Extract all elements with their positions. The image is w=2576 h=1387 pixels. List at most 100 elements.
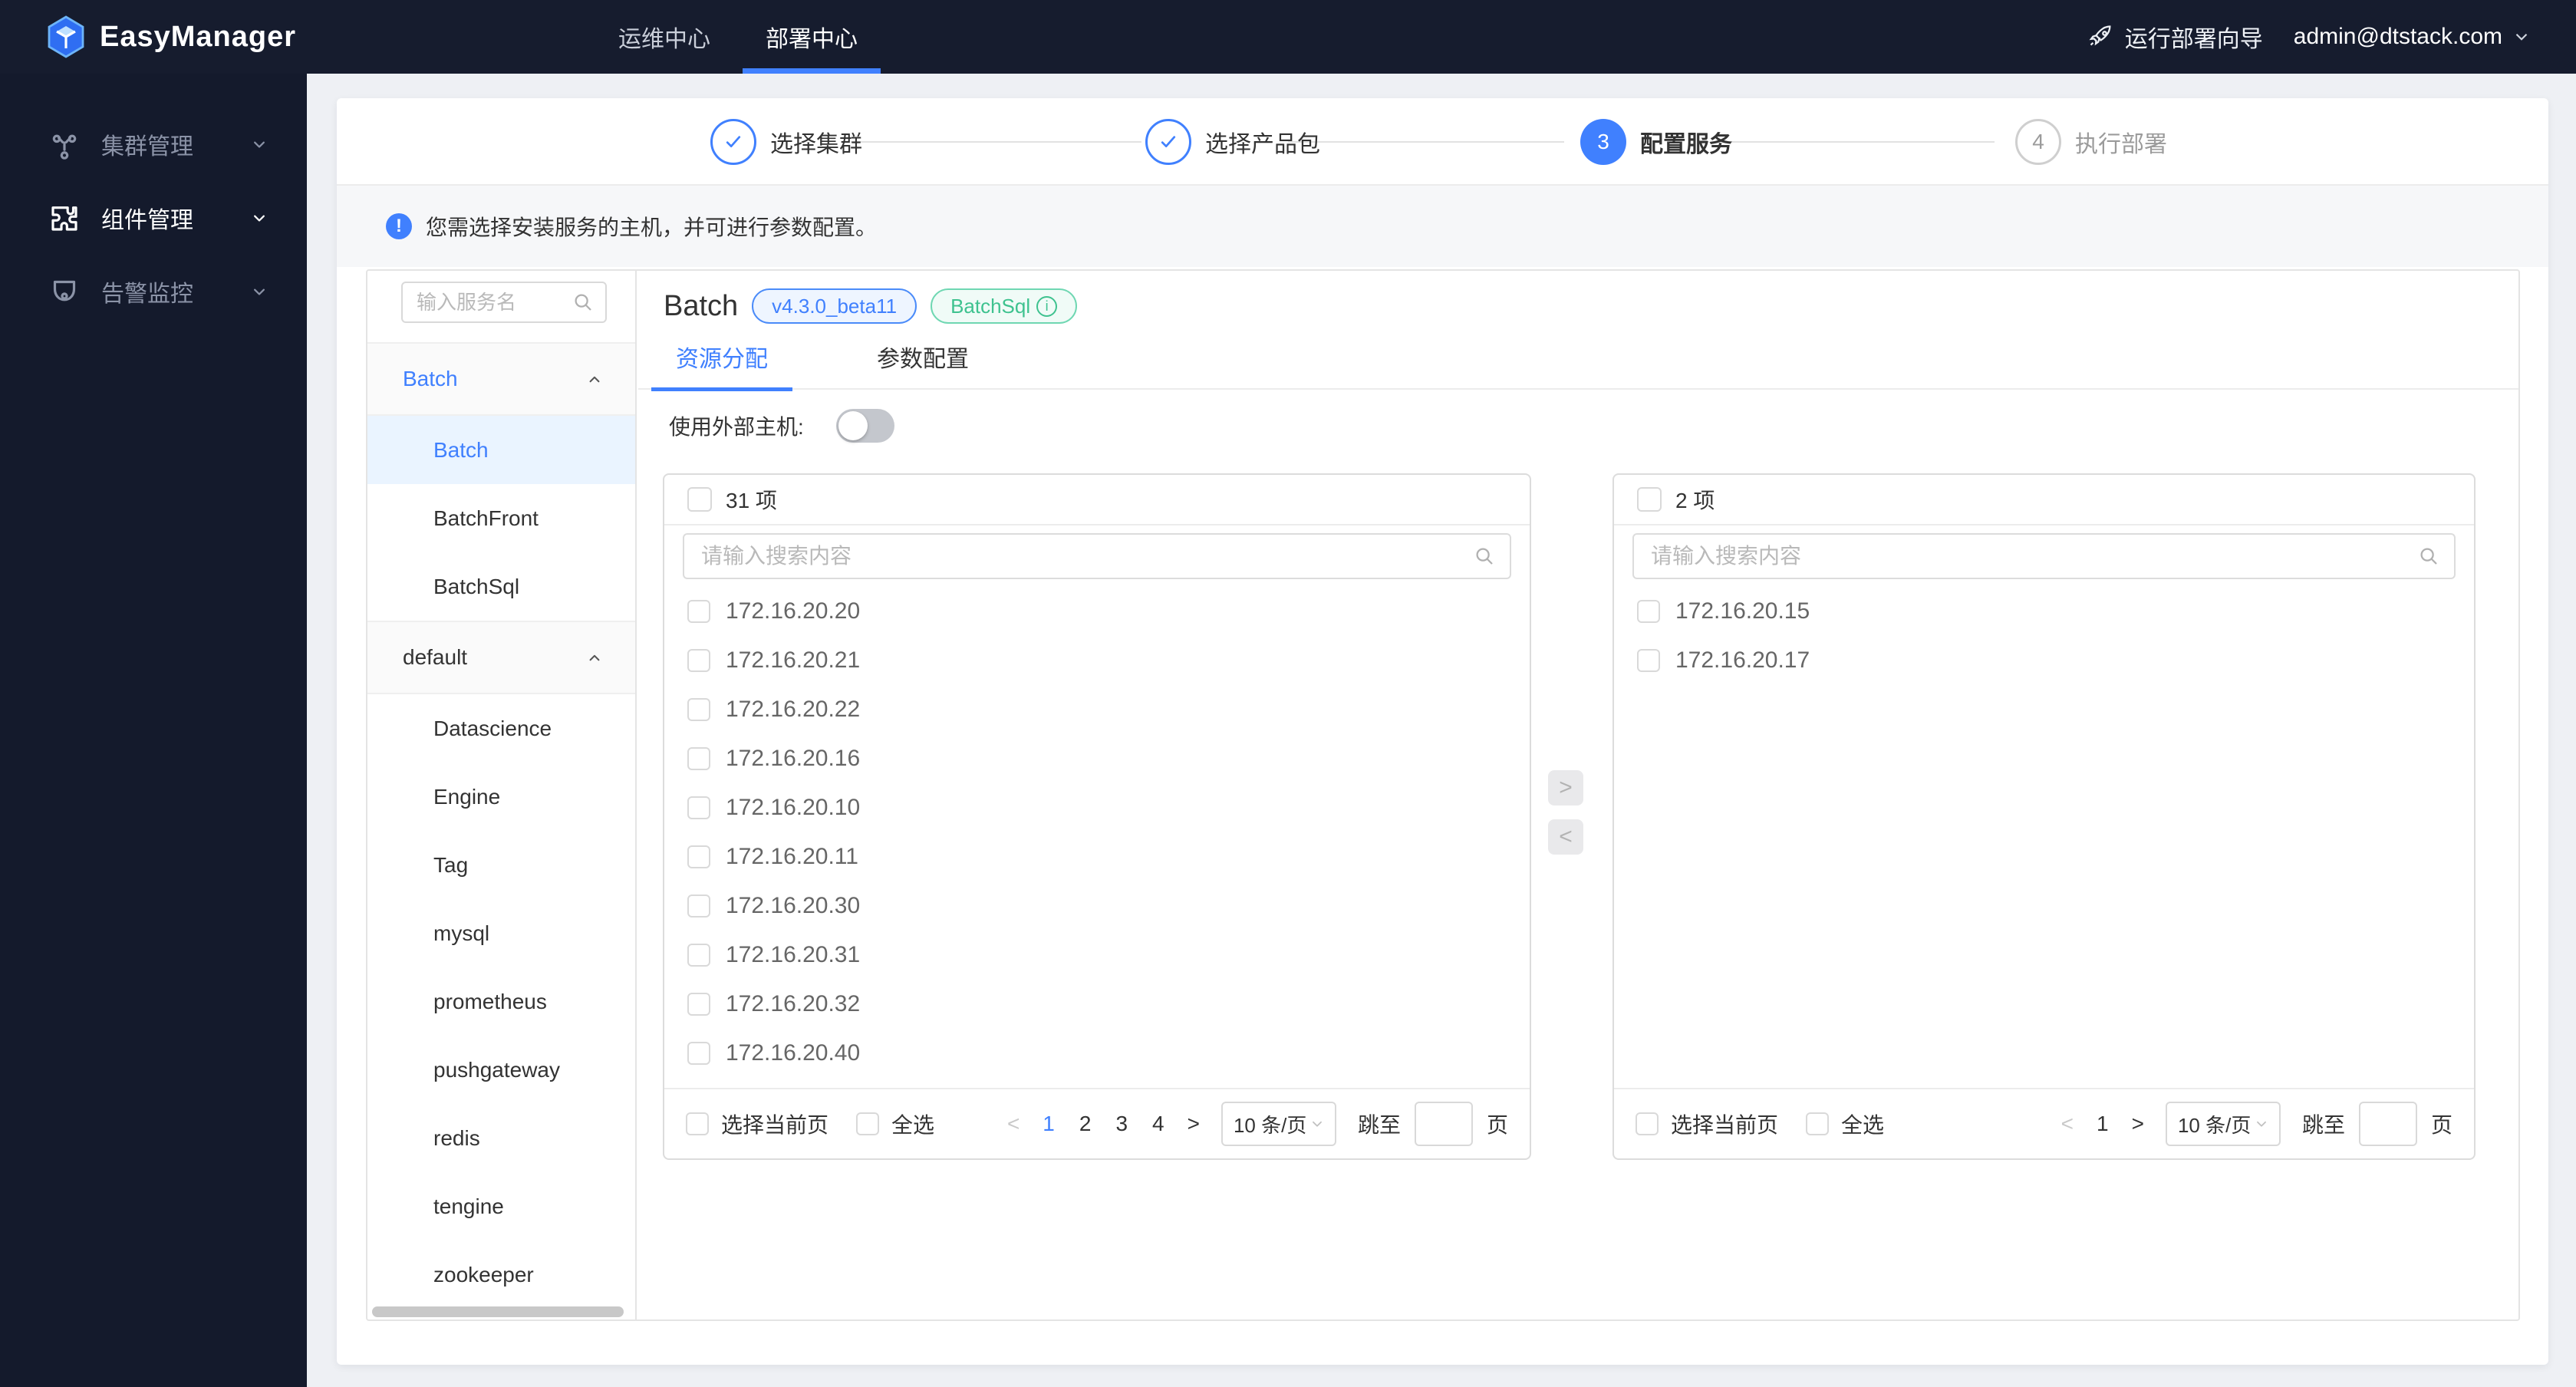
tag-info-icon[interactable]: i (1036, 295, 1058, 317)
host-row: 172.16.20.16 (687, 734, 1522, 783)
chevron-up-icon (589, 654, 600, 661)
host-checkbox[interactable] (687, 649, 710, 672)
service-list: Batch Batch BatchFront BatchSql default Datas… (367, 342, 635, 1309)
source-search-input[interactable] (701, 537, 1467, 575)
page-unit-label: 页 (2430, 1113, 2452, 1137)
host-checkbox[interactable] (687, 600, 710, 623)
step-connector (1288, 141, 1564, 143)
next-page-button[interactable]: > (1177, 1112, 1211, 1136)
page-size-select[interactable]: 10 条/页 (1220, 1102, 1336, 1146)
user-menu[interactable]: admin@dtstack.com (2294, 24, 2532, 50)
step-3[interactable]: 3 配置服务 (1580, 98, 1732, 186)
host-checkbox[interactable] (687, 1042, 710, 1065)
host-row: 172.16.20.15 (1637, 587, 2466, 636)
service-item-BatchSql[interactable]: BatchSql (367, 552, 635, 621)
sidebar-item-label: 告警监控 (101, 282, 193, 307)
service-item-prometheus[interactable]: prometheus (367, 967, 635, 1036)
top-nav-label: 部署中心 (766, 27, 858, 52)
page-number-1[interactable]: 1 (2084, 1112, 2121, 1136)
move-left-button[interactable]: < (1548, 819, 1583, 855)
service-item-Datascience[interactable]: Datascience (367, 694, 635, 763)
service-item-redis[interactable]: redis (367, 1104, 635, 1172)
page-number-2[interactable]: 2 (1067, 1112, 1104, 1136)
run-deploy-wizard-link[interactable]: 运行部署向导 (2088, 20, 2263, 54)
host-row: 172.16.20.21 (687, 636, 1522, 685)
step-label: 选择集群 (770, 132, 862, 157)
service-search-input[interactable] (417, 285, 570, 320)
page-number-1[interactable]: 1 (1030, 1112, 1067, 1136)
tabs: 资源分配 参数配置 (638, 324, 2518, 391)
tab-resource-allocation[interactable]: 资源分配 (651, 324, 792, 391)
page-unit-label: 页 (1486, 1113, 1508, 1137)
step-2[interactable]: 选择产品包 (1145, 98, 1320, 186)
step-label: 选择产品包 (1205, 132, 1320, 157)
move-right-button[interactable]: > (1548, 770, 1583, 806)
step-connector (1724, 141, 1995, 143)
alert-monitor-icon (53, 280, 76, 301)
user-email: admin@dtstack.com (2293, 24, 2502, 49)
step-label: 配置服务 (1640, 132, 1732, 157)
service-item-tengine[interactable]: tengine (367, 1172, 635, 1240)
service-item-mysql[interactable]: mysql (367, 899, 635, 967)
horizontal-scrollbar[interactable] (372, 1306, 624, 1317)
select-all-checkbox[interactable] (1806, 1112, 1830, 1135)
service-search-box (401, 282, 607, 323)
tab-parameter-config[interactable]: 参数配置 (865, 324, 981, 390)
source-search-box (683, 533, 1511, 579)
host-ip: 172.16.20.20 (726, 598, 861, 624)
target-search-input[interactable] (1651, 537, 2411, 575)
select-current-page-group: 选择当前页 (1636, 1109, 1778, 1139)
service-item-Batch[interactable]: Batch (367, 416, 635, 484)
top-nav-label: 运维中心 (618, 27, 710, 52)
target-footer: 选择当前页 全选 <1 >10 条/页 跳至 页 (1614, 1088, 2474, 1158)
top-nav-item-2[interactable]: 部署中心 (738, 0, 885, 74)
external-host-toggle[interactable] (835, 409, 894, 443)
select-all-header-checkbox[interactable] (687, 487, 712, 512)
top-nav-item-1[interactable]: 运维中心 (591, 0, 738, 74)
host-checkbox[interactable] (687, 747, 710, 770)
page-number-3[interactable]: 3 (1103, 1112, 1140, 1136)
sidebar-item-集群管理[interactable]: 集群管理 (0, 107, 307, 181)
service-tag: BatchSql i (931, 288, 1078, 324)
host-checkbox[interactable] (687, 944, 710, 967)
sidebar-item-组件管理[interactable]: 组件管理 (0, 181, 307, 255)
host-ip: 172.16.20.16 (726, 746, 861, 771)
step-circle: 3 (1580, 119, 1626, 165)
source-count: 31 项 (726, 489, 777, 512)
host-checkbox[interactable] (687, 796, 710, 819)
select-current-page-checkbox[interactable] (1636, 1112, 1659, 1135)
host-checkbox[interactable] (1637, 600, 1660, 623)
host-checkbox[interactable] (687, 993, 710, 1016)
jump-page-input[interactable] (2358, 1102, 2417, 1146)
step-1[interactable]: 选择集群 (710, 98, 862, 186)
sidebar-item-告警监控[interactable]: 告警监控 (0, 255, 307, 328)
page-size-label: 10 条/页 (2177, 1113, 2252, 1137)
jump-page-input[interactable] (1414, 1102, 1473, 1146)
service-item-Engine[interactable]: Engine (367, 763, 635, 831)
host-row: 172.16.20.17 (1637, 636, 2466, 685)
service-group-default[interactable]: default (367, 621, 635, 694)
service-item-Tag[interactable]: Tag (367, 831, 635, 899)
host-checkbox[interactable] (687, 894, 710, 918)
select-all-header-checkbox[interactable] (1637, 487, 1662, 512)
host-checkbox[interactable] (1637, 649, 1660, 672)
host-row: 172.16.20.32 (687, 980, 1522, 1029)
host-row: 172.16.20.11 (687, 832, 1522, 881)
select-current-page-label: 选择当前页 (721, 1113, 829, 1137)
service-item-pushgateway[interactable]: pushgateway (367, 1036, 635, 1104)
host-checkbox[interactable] (687, 698, 710, 721)
service-group-Batch[interactable]: Batch (367, 342, 635, 416)
source-host-list: 172.16.20.20 172.16.20.21 172.16.20.22 172.… (687, 587, 1522, 1078)
select-current-page-checkbox[interactable] (686, 1112, 709, 1135)
select-all-group: 全选 (856, 1109, 934, 1139)
service-item-zookeeper[interactable]: zookeeper (367, 1240, 635, 1309)
page-number-4[interactable]: 4 (1140, 1112, 1177, 1136)
service-item-BatchFront[interactable]: BatchFront (367, 484, 635, 552)
brand: EasyManager (46, 0, 296, 74)
select-all-checkbox[interactable] (856, 1112, 880, 1135)
host-checkbox[interactable] (687, 845, 710, 868)
sidebar-item-label: 集群管理 (101, 134, 193, 160)
next-page-button[interactable]: > (2121, 1112, 2155, 1136)
page-size-select[interactable]: 10 条/页 (2165, 1102, 2281, 1146)
step-4[interactable]: 4 执行部署 (2015, 98, 2167, 186)
